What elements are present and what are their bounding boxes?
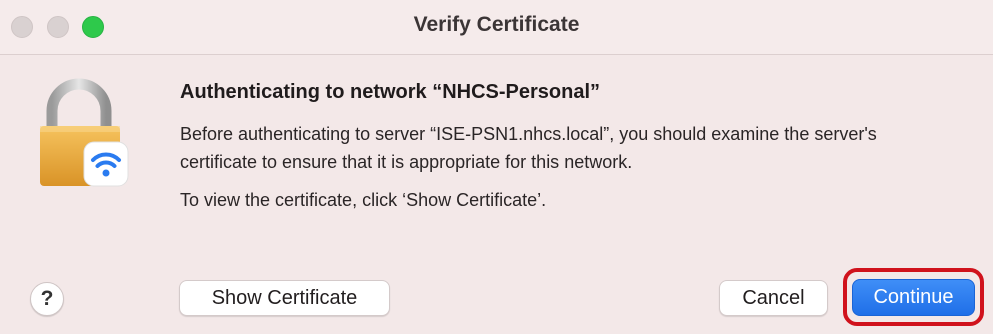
continue-button[interactable]: Continue [852, 279, 975, 316]
verify-certificate-dialog: Verify Certificate Authenticating to net… [0, 0, 993, 334]
lock-wifi-icon [30, 78, 140, 190]
cancel-button[interactable]: Cancel [719, 280, 828, 316]
dialog-message-line: Before authenticating to server “ISE-PSN… [180, 124, 877, 144]
dialog-message: Before authenticating to server “ISE-PSN… [180, 120, 980, 176]
dialog-heading: Authenticating to network “NHCS-Personal… [180, 81, 601, 103]
dialog-message-line: certificate to ensure that it is appropr… [180, 152, 633, 172]
title-bar: Verify Certificate [0, 0, 993, 55]
window-title: Verify Certificate [413, 13, 580, 36]
dialog-hint: To view the certificate, click ‘Show Cer… [180, 190, 547, 210]
help-button[interactable]: ? [30, 282, 64, 316]
show-certificate-button[interactable]: Show Certificate [179, 280, 390, 316]
